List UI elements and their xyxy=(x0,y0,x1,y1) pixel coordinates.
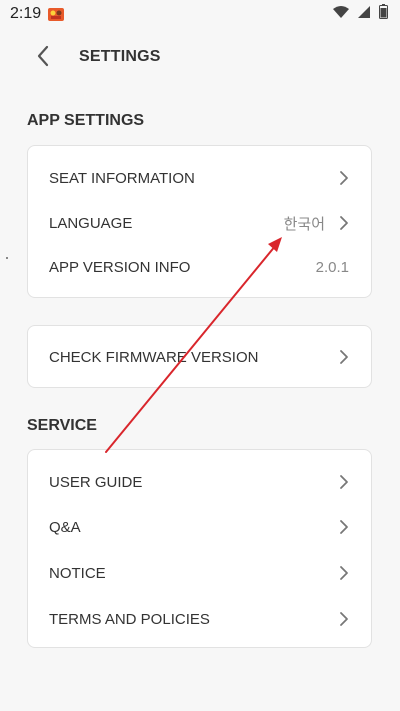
status-right xyxy=(333,4,388,24)
row-label: CHECK FIRMWARE VERSION xyxy=(49,348,259,366)
row-label: Q&A xyxy=(49,518,81,536)
settings-row-language[interactable]: LANGUAGE 한국어 xyxy=(28,201,371,245)
chevron-right-icon xyxy=(339,611,349,627)
settings-row-qna[interactable]: Q&A xyxy=(28,505,371,549)
service-card: USER GUIDE Q&A NOTICE TERMS AND POLICIES xyxy=(27,449,372,648)
section-title-service: SERVICE xyxy=(27,417,97,434)
status-bar: 2:19 xyxy=(0,0,400,28)
row-label: NOTICE xyxy=(49,564,106,582)
chevron-right-icon xyxy=(339,565,349,581)
row-label: LANGUAGE xyxy=(49,214,133,232)
status-left: 2:19 xyxy=(10,5,65,23)
wifi-icon xyxy=(333,5,349,24)
back-button[interactable] xyxy=(28,40,58,76)
status-time: 2:19 xyxy=(10,5,42,22)
chevron-right-icon xyxy=(339,474,349,490)
battery-icon xyxy=(379,4,388,24)
settings-row-user-guide[interactable]: USER GUIDE xyxy=(28,460,371,504)
row-label: SEAT INFORMATION xyxy=(49,169,195,187)
app-settings-card: SEAT INFORMATION LANGUAGE 한국어 APP VERSIO… xyxy=(27,145,372,298)
settings-row-app-version: APP VERSION INFO 2.0.1 xyxy=(28,245,371,289)
chevron-right-icon xyxy=(339,215,349,231)
signal-icon xyxy=(357,5,371,24)
settings-row-check-firmware[interactable]: CHECK FIRMWARE VERSION xyxy=(28,335,371,379)
settings-row-notice[interactable]: NOTICE xyxy=(28,551,371,595)
chevron-left-icon xyxy=(37,45,49,72)
firmware-card: CHECK FIRMWARE VERSION xyxy=(27,325,372,388)
row-label: USER GUIDE xyxy=(49,473,143,491)
settings-row-seat-information[interactable]: SEAT INFORMATION xyxy=(28,156,371,200)
chevron-right-icon xyxy=(339,349,349,365)
chevron-right-icon xyxy=(339,170,349,186)
chevron-right-icon xyxy=(339,519,349,535)
header: SETTINGS xyxy=(0,40,400,76)
stray-dot xyxy=(6,257,8,259)
language-value: 한국어 xyxy=(283,215,325,233)
app-version-value: 2.0.1 xyxy=(315,258,349,276)
section-title-app-settings: APP SETTINGS xyxy=(27,112,145,129)
app-notification-icon xyxy=(47,5,65,23)
row-label: APP VERSION INFO xyxy=(49,258,191,276)
settings-row-terms-and-policies[interactable]: TERMS AND POLICIES xyxy=(28,597,371,641)
page-title: SETTINGS xyxy=(79,48,161,65)
row-label: TERMS AND POLICIES xyxy=(49,610,210,628)
